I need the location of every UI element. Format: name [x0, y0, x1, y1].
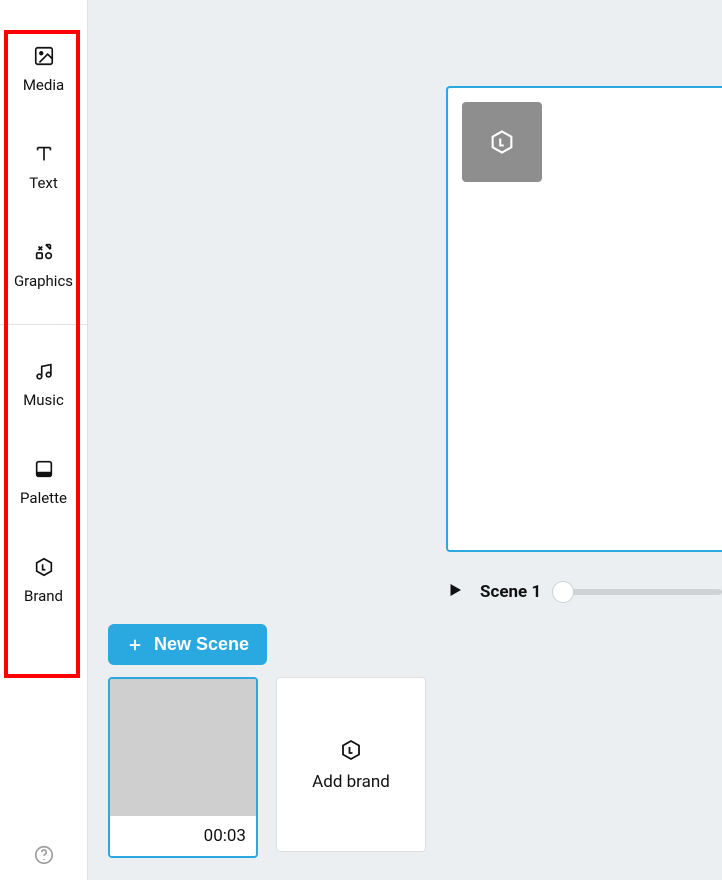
scene-thumbnail-1[interactable]: 00:03 [108, 677, 258, 858]
player-bar: Scene 1 [446, 572, 722, 612]
scene-duration: 00:03 [110, 816, 256, 856]
sidebar-item-label: Music [23, 391, 64, 409]
graphics-icon [32, 240, 56, 264]
sidebar-item-label: Brand [24, 587, 63, 605]
add-brand-card[interactable]: Add brand [276, 677, 426, 852]
scene-canvas[interactable] [446, 86, 722, 552]
current-scene-label: Scene 1 [480, 582, 541, 602]
add-brand-label: Add brand [312, 772, 390, 792]
sidebar-item-label: Graphics [14, 272, 73, 290]
new-scene-button[interactable]: New Scene [108, 624, 267, 665]
brand-icon [32, 555, 56, 579]
sidebar-item-brand[interactable]: Brand [0, 549, 87, 611]
brand-icon [339, 738, 363, 762]
canvas-area [88, 0, 722, 572]
main-area: Scene 1 New Scene 00:03 [88, 0, 722, 880]
scene-list: 00:03 Add brand [108, 677, 722, 858]
text-icon [32, 142, 56, 166]
sidebar-item-media[interactable]: Media [0, 38, 87, 100]
plus-icon [126, 636, 144, 654]
scene-thumbnail-image [110, 679, 256, 816]
sidebar: Media Text Graphics Mu [0, 0, 88, 880]
sidebar-item-graphics[interactable]: Graphics [0, 234, 87, 296]
sidebar-item-label: Palette [20, 489, 67, 507]
canvas-brand-logo[interactable] [462, 102, 542, 182]
new-scene-label: New Scene [154, 634, 249, 655]
music-icon [32, 359, 56, 383]
seek-track[interactable] [563, 589, 722, 595]
sidebar-item-text[interactable]: Text [0, 136, 87, 198]
sidebar-item-label: Text [29, 174, 58, 192]
play-button[interactable] [446, 581, 468, 603]
timeline-strip: New Scene 00:03 Add brand [108, 624, 722, 858]
sidebar-item-palette[interactable]: Palette [0, 451, 87, 513]
seek-thumb[interactable] [552, 581, 574, 603]
help-button[interactable] [33, 844, 55, 866]
palette-icon [32, 457, 56, 481]
image-icon [32, 44, 56, 68]
sidebar-item-label: Media [23, 76, 64, 94]
sidebar-item-music[interactable]: Music [0, 353, 87, 415]
